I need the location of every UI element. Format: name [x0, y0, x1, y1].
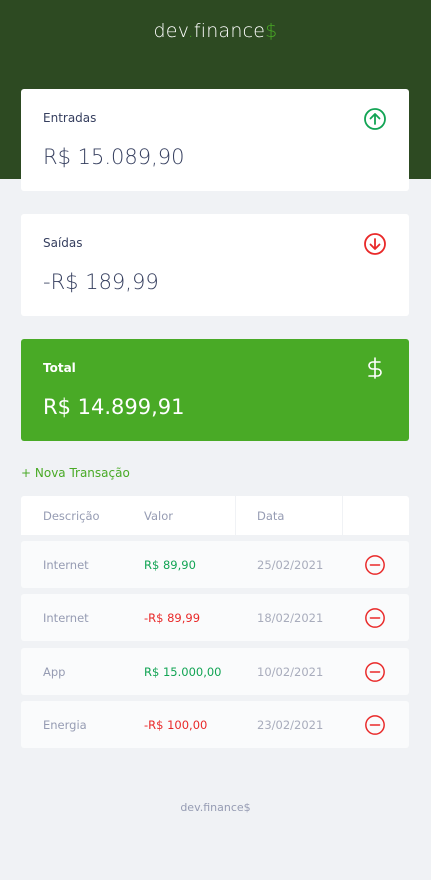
- footer: dev.finance$: [0, 801, 431, 814]
- expense-label: Saídas: [43, 236, 83, 250]
- total-value: R$ 14.899,91: [43, 395, 185, 419]
- column-divider: [342, 496, 343, 535]
- remove-transaction-icon[interactable]: [364, 554, 386, 576]
- table-row: App R$ 15.000,00 10/02/2021: [21, 648, 409, 695]
- income-card: Entradas R$ 15.089,90: [21, 89, 409, 191]
- logo-text-dev: dev: [153, 20, 188, 42]
- table-row: Internet R$ 89,90 25/02/2021: [21, 541, 409, 588]
- expense-card: Saídas -R$ 189,99: [21, 214, 409, 316]
- column-header-date: Data: [257, 509, 285, 523]
- row-description: Energia: [43, 718, 87, 732]
- row-description: Internet: [43, 558, 89, 572]
- row-date: 18/02/2021: [257, 611, 324, 625]
- logo-text-finance: finance: [193, 20, 266, 42]
- table-row: Energia -R$ 100,00 23/02/2021: [21, 701, 409, 748]
- table-header: Descrição Valor Data: [21, 496, 409, 535]
- remove-transaction-icon[interactable]: [364, 714, 386, 736]
- row-date: 23/02/2021: [257, 718, 324, 732]
- column-header-description: Descrição: [43, 509, 100, 523]
- row-description: App: [43, 665, 66, 679]
- expense-value: -R$ 189,99: [43, 270, 159, 294]
- table-row: Internet -R$ 89,99 18/02/2021: [21, 594, 409, 641]
- total-card: Total R$ 14.899,91: [21, 339, 409, 441]
- row-date: 10/02/2021: [257, 665, 324, 679]
- remove-transaction-icon[interactable]: [364, 661, 386, 683]
- row-date: 25/02/2021: [257, 558, 324, 572]
- column-header-amount: Valor: [144, 509, 173, 523]
- row-amount: -R$ 89,99: [144, 611, 201, 625]
- dollar-sign-icon: [368, 357, 382, 379]
- arrow-down-circle-icon: [364, 233, 386, 255]
- row-amount: R$ 15.000,00: [144, 665, 222, 679]
- row-amount: -R$ 100,00: [144, 718, 208, 732]
- footer-text: dev.finance$: [180, 801, 251, 814]
- logo-dollar: $: [265, 20, 278, 42]
- income-label: Entradas: [43, 111, 97, 125]
- income-value: R$ 15.089,90: [43, 145, 185, 169]
- new-transaction-button[interactable]: + Nova Transação: [21, 466, 130, 480]
- remove-transaction-icon[interactable]: [364, 607, 386, 629]
- logo: dev.finance$: [0, 20, 431, 42]
- total-label: Total: [43, 361, 76, 375]
- row-description: Internet: [43, 611, 89, 625]
- row-amount: R$ 89,90: [144, 558, 196, 572]
- column-divider: [235, 496, 236, 535]
- arrow-up-circle-icon: [364, 108, 386, 130]
